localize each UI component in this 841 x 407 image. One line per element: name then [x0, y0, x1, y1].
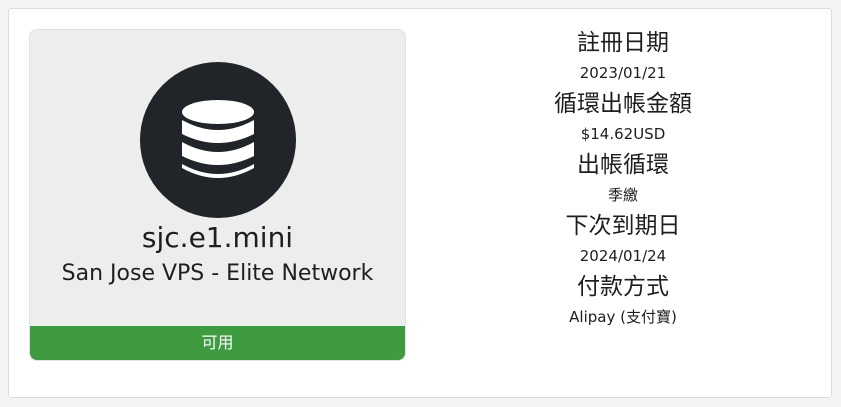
product-details-panel: sjc.e1.mini San Jose VPS - Elite Network… — [8, 8, 832, 398]
payment-method-label: 付款方式 — [577, 274, 669, 300]
product-card: sjc.e1.mini San Jose VPS - Elite Network… — [29, 29, 406, 361]
recurring-amount-value: $14.62USD — [580, 125, 666, 143]
next-due-date-label: 下次到期日 — [565, 213, 681, 239]
billing-cycle-label: 出帳循環 — [577, 152, 669, 178]
product-group: San Jose VPS - Elite Network — [61, 261, 374, 286]
registration-date-label: 註冊日期 — [577, 30, 669, 56]
billing-cycle-value: 季繳 — [607, 186, 638, 204]
billing-info: 註冊日期 2023/01/21 循環出帳金額 $14.62USD 出帳循環 季繳… — [413, 25, 833, 330]
next-due-date-value: 2024/01/24 — [579, 247, 667, 265]
registration-date-value: 2023/01/21 — [579, 64, 667, 82]
status-badge: 可用 — [30, 326, 405, 360]
payment-method-value: Alipay (支付寶) — [569, 308, 677, 326]
database-icon — [140, 62, 296, 218]
product-name: sjc.e1.mini — [141, 221, 294, 254]
recurring-amount-label: 循環出帳金額 — [554, 91, 692, 117]
